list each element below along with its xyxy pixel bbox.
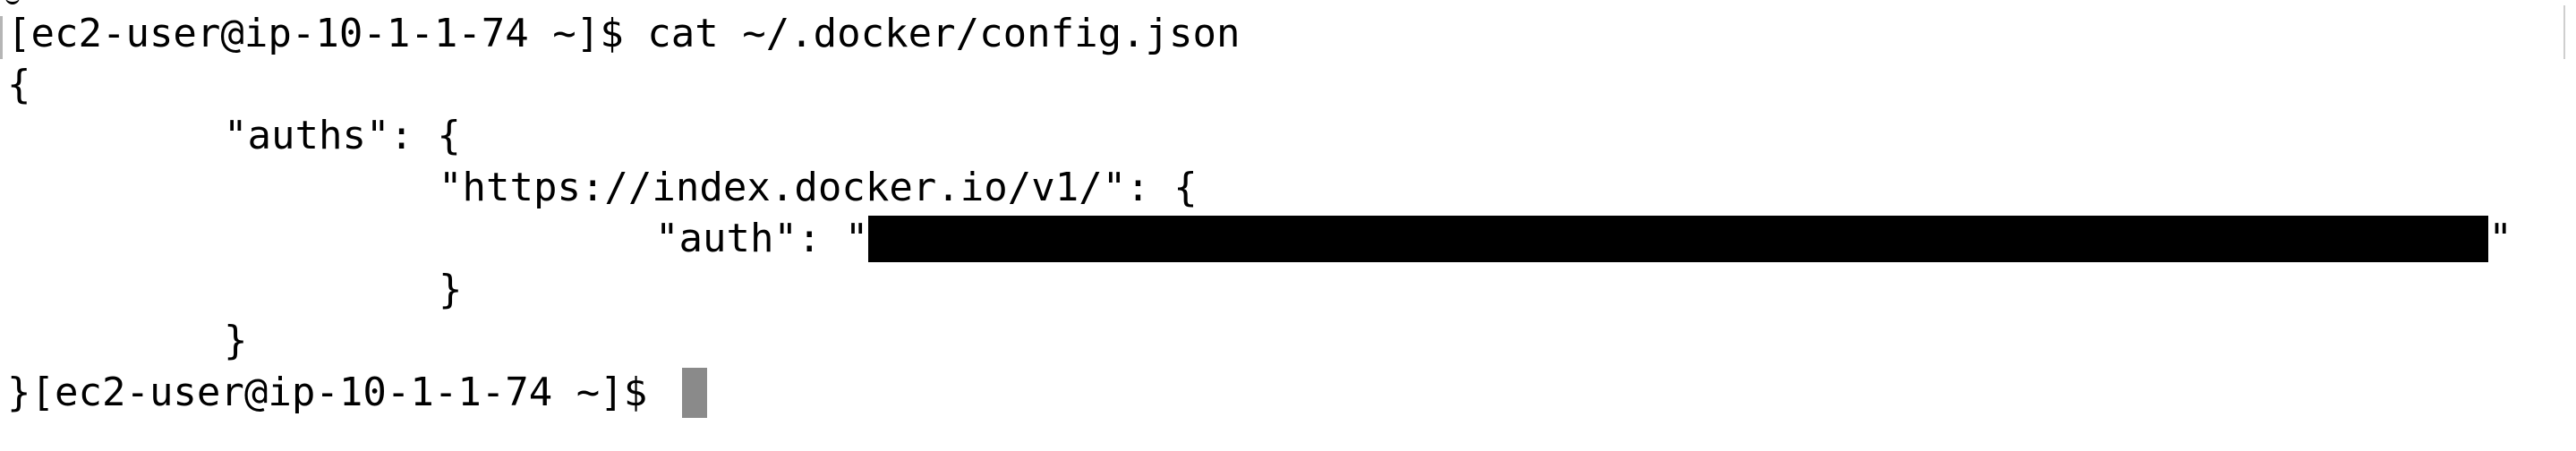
previous-output-fragment [5, 0, 20, 4]
auth-key: "auth": " [655, 216, 869, 261]
terminal-cursor[interactable] [681, 368, 707, 418]
shell-command: cat ~/.docker/config.json [647, 11, 1241, 56]
shell-prompt: [ec2-user@ip-10-1-1-74 ~]$ [7, 11, 648, 56]
json-auth-line: "auth": " " [0, 214, 2512, 264]
scrollbar[interactable] [2563, 5, 2565, 59]
command-line: [ec2-user@ip-10-1-1-74 ~]$ cat ~/.docker… [0, 9, 1241, 59]
final-prompt-line: }[ec2-user@ip-10-1-1-74 ~]$ [0, 368, 707, 418]
json-open-brace: { [7, 62, 31, 107]
redacted-auth-token [868, 216, 2489, 262]
auth-value-close-quote: " [2488, 216, 2512, 261]
terminal-window[interactable]: [ec2-user@ip-10-1-1-74 ~]$ cat ~/.docker… [0, 0, 2576, 451]
json-auths-key: "auths": { [224, 113, 461, 158]
json-registry-close-brace: } [439, 267, 463, 312]
json-auths-close-brace: } [224, 318, 248, 363]
final-prompt: }[ec2-user@ip-10-1-1-74 ~]$ [7, 370, 671, 415]
json-registry-key: "https://index.docker.io/v1/": { [439, 165, 1198, 210]
